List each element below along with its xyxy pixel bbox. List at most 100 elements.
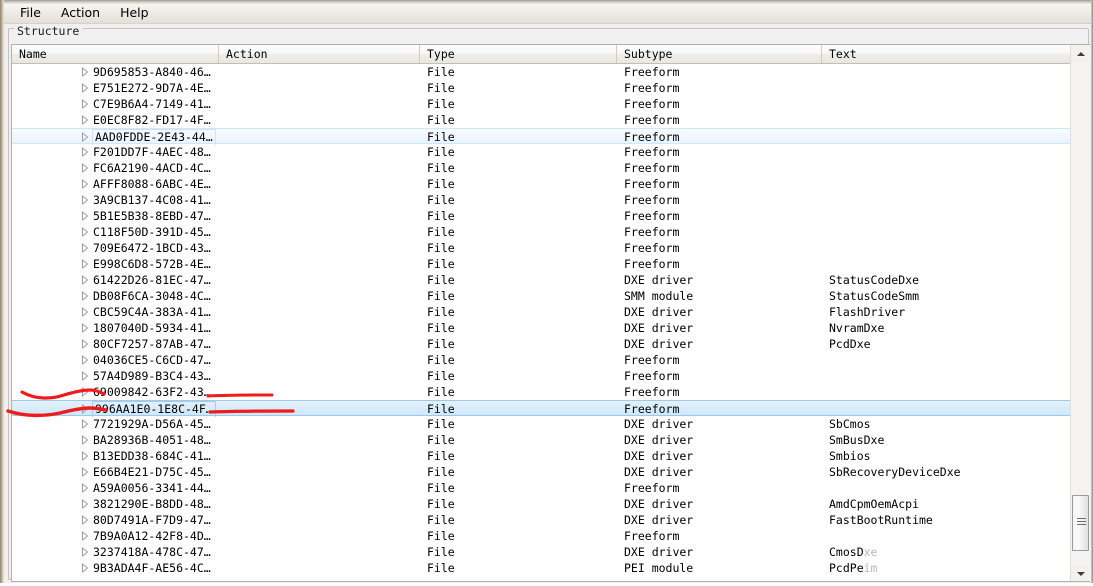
expand-triangle-icon[interactable]: [80, 240, 91, 256]
table-row[interactable]: 7721929A-D56A-45… File DXE driver SbCmos: [12, 416, 1070, 432]
expand-triangle-icon[interactable]: [80, 416, 91, 432]
menu-action[interactable]: Action: [52, 4, 109, 23]
cell-name: E66B4E21-D75C-45…: [12, 464, 219, 480]
menu-file[interactable]: File: [11, 4, 50, 23]
cell-name: BA28936B-4051-48…: [12, 432, 219, 448]
table-row[interactable]: 3821290E-B8DD-48… File DXE driver AmdCpmOem…: [12, 496, 1070, 512]
expand-triangle-icon[interactable]: [80, 512, 91, 528]
cell-text: PcdPeim: [829, 561, 878, 575]
expand-triangle-icon[interactable]: [80, 176, 91, 192]
table-row[interactable]: F201DD7F-4AEC-48… File Freeform: [12, 144, 1070, 160]
expand-triangle-icon[interactable]: [80, 401, 91, 417]
cell-text: [822, 64, 1070, 80]
cell-name: DB08F6CA-3048-4C…: [12, 288, 219, 304]
expand-triangle-icon[interactable]: [80, 160, 91, 176]
expand-triangle-icon[interactable]: [80, 448, 91, 464]
row-name-text: FC6A2190-4ACD-4C…: [93, 161, 211, 175]
table-row[interactable]: AFFF8088-6ABC-4E… File Freeform: [12, 176, 1070, 192]
table-row[interactable]: E66B4E21-D75C-45… File DXE driver SbRecover…: [12, 464, 1070, 480]
table-row[interactable]: 9B3ADA4F-AE56-4C… File PEI module PcdPeim: [12, 560, 1070, 576]
cell-text: [822, 224, 1070, 240]
expand-triangle-icon[interactable]: [80, 528, 91, 544]
application-window: File Action Help Structure Name Action T…: [0, 0, 1093, 586]
table-row[interactable]: 3A9CB137-4C08-41… File Freeform: [12, 192, 1070, 208]
table-row[interactable]: 3237418A-478C-47… File DXE driver CmosDxe: [12, 544, 1070, 560]
expand-triangle-icon[interactable]: [80, 304, 91, 320]
table-row[interactable]: A59A0056-3341-44… File Freeform: [12, 480, 1070, 496]
column-header-action[interactable]: Action: [219, 45, 420, 63]
table-row[interactable]: 04036CE5-C6CD-47… File Freeform: [12, 352, 1070, 368]
table-row[interactable]: FC6A2190-4ACD-4C… File Freeform: [12, 160, 1070, 176]
expand-triangle-icon[interactable]: [80, 112, 91, 128]
expand-triangle-icon[interactable]: [80, 272, 91, 288]
table-row[interactable]: 61422D26-81EC-47… File DXE driver StatusCod…: [12, 272, 1070, 288]
expand-triangle-icon[interactable]: [80, 336, 91, 352]
table-row[interactable]: BA28936B-4051-48… File DXE driver SmBusDxe: [12, 432, 1070, 448]
expand-triangle-icon[interactable]: [80, 96, 91, 112]
expand-triangle-icon[interactable]: [80, 208, 91, 224]
row-name-text: 7721929A-D56A-45…: [93, 417, 211, 431]
table-row[interactable]: E751E272-9D7A-4E… File Freeform: [12, 80, 1070, 96]
cell-type: File: [427, 385, 455, 399]
cell-type: File: [427, 353, 455, 367]
cell-subtype: Freeform: [624, 97, 680, 111]
scrollbar-thumb[interactable]: [1072, 495, 1089, 551]
expand-triangle-icon[interactable]: [80, 464, 91, 480]
expand-triangle-icon[interactable]: [80, 64, 91, 80]
column-header-subtype[interactable]: Subtype: [617, 45, 822, 63]
table-row[interactable]: 1807040D-5934-41… File DXE driver NvramDxe: [12, 320, 1070, 336]
structure-tree-view[interactable]: Name Action Type Subtype Text 9D695853-A…: [11, 44, 1090, 582]
table-row[interactable]: 5B1E5B38-8EBD-47… File Freeform: [12, 208, 1070, 224]
table-row[interactable]: 80CF7257-87AB-47… File DXE driver PcdDxe: [12, 336, 1070, 352]
expand-triangle-icon[interactable]: [80, 256, 91, 272]
cell-type: File: [427, 321, 455, 335]
table-row[interactable]: C7E9B6A4-7149-41… File Freeform: [12, 96, 1070, 112]
expand-triangle-icon[interactable]: [80, 368, 91, 384]
scrollbar-up-button[interactable]: [1071, 45, 1090, 62]
cell-subtype: Freeform: [624, 113, 680, 127]
table-row[interactable]: AAD0FDDE-2E43-44… File Freeform: [12, 128, 1070, 145]
expand-triangle-icon[interactable]: [80, 496, 91, 512]
scrollbar-down-button[interactable]: [1071, 565, 1090, 581]
column-header-type[interactable]: Type: [420, 45, 617, 63]
table-row[interactable]: DB08F6CA-3048-4C… File SMM module StatusCod…: [12, 288, 1070, 304]
table-row[interactable]: E998C6D8-572B-4E… File Freeform: [12, 256, 1070, 272]
cell-subtype: Freeform: [624, 193, 680, 207]
expand-triangle-icon[interactable]: [80, 384, 91, 400]
expand-triangle-icon[interactable]: [80, 192, 91, 208]
table-row[interactable]: B13EDD38-684C-41… File DXE driver Smbios: [12, 448, 1070, 464]
table-row[interactable]: 9D695853-A840-46… File Freeform: [12, 64, 1070, 80]
scrollbar-track[interactable]: [1071, 62, 1090, 565]
table-row[interactable]: 996AA1E0-1E8C-4F… File Freeform: [12, 400, 1070, 417]
cell-name: CBC59C4A-383A-41…: [12, 304, 219, 320]
table-row[interactable]: 57A4D989-B3C4-43… File Freeform: [12, 368, 1070, 384]
expand-triangle-icon[interactable]: [80, 432, 91, 448]
expand-triangle-icon[interactable]: [80, 129, 91, 145]
expand-triangle-icon[interactable]: [80, 480, 91, 496]
cell-name: F201DD7F-4AEC-48…: [12, 144, 219, 160]
menu-help[interactable]: Help: [111, 4, 158, 23]
table-row[interactable]: 80D7491A-F7D9-47… File DXE driver FastBootR…: [12, 512, 1070, 528]
table-row[interactable]: 69009842-63F2-43… File Freeform: [12, 384, 1070, 400]
table-row[interactable]: CBC59C4A-383A-41… File DXE driver FlashDriv…: [12, 304, 1070, 320]
expand-triangle-icon[interactable]: [80, 80, 91, 96]
cell-action: [219, 528, 420, 544]
cell-type: File: [427, 481, 455, 495]
column-header-name[interactable]: Name: [12, 45, 219, 63]
expand-triangle-icon[interactable]: [80, 144, 91, 160]
column-header-text[interactable]: Text: [822, 45, 1090, 63]
expand-triangle-icon[interactable]: [80, 288, 91, 304]
expand-triangle-icon[interactable]: [80, 560, 91, 576]
table-row[interactable]: 709E6472-1BCD-43… File Freeform: [12, 240, 1070, 256]
table-row[interactable]: 7B9A0A12-42F8-4D… File Freeform: [12, 528, 1070, 544]
expand-triangle-icon[interactable]: [80, 320, 91, 336]
table-row[interactable]: C118F50D-391D-45… File Freeform: [12, 224, 1070, 240]
table-row[interactable]: E0EC8F82-FD17-4F… File Freeform: [12, 112, 1070, 128]
row-name-text: AFFF8088-6ABC-4E…: [93, 177, 211, 191]
cell-type: File: [427, 561, 455, 575]
window-left-border: [0, 0, 4, 586]
expand-triangle-icon[interactable]: [80, 352, 91, 368]
expand-triangle-icon[interactable]: [80, 544, 91, 560]
expand-triangle-icon[interactable]: [80, 224, 91, 240]
vertical-scrollbar[interactable]: [1070, 45, 1090, 581]
